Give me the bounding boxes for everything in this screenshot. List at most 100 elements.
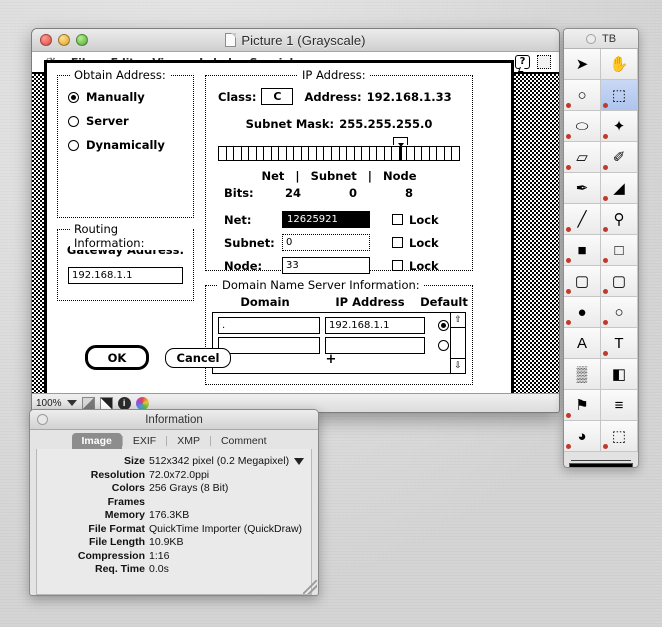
bit-cell[interactable]	[340, 147, 348, 160]
levels-icon[interactable]	[99, 396, 113, 410]
tab-exif[interactable]: EXIF	[123, 433, 166, 449]
dns-list[interactable]: . 192.168.1.1 + ⇧ ⇩	[212, 312, 466, 374]
measure-icon[interactable]: ≡	[601, 390, 638, 421]
rounded-rect-icon[interactable]: ▢	[601, 266, 638, 297]
help-balloon-icon[interactable]: ?	[515, 55, 530, 69]
ellipse-icon[interactable]: ○	[601, 297, 638, 328]
bit-cell[interactable]	[227, 147, 235, 160]
bit-cell[interactable]	[355, 147, 363, 160]
bit-cell[interactable]	[242, 147, 250, 160]
stamp-icon[interactable]: ⚑	[564, 390, 601, 421]
marquee-select-icon[interactable]: ⬚	[601, 80, 638, 111]
dns-row-2[interactable]	[213, 334, 465, 354]
rectangle-icon[interactable]: □	[601, 235, 638, 266]
bit-cell[interactable]	[272, 147, 280, 160]
dns-ip-input-2[interactable]	[325, 337, 425, 354]
foreground-color-swatch[interactable]	[569, 463, 633, 467]
size-dropdown-icon[interactable]	[294, 457, 305, 465]
tool-grid[interactable]: ➤ ✋ ○ ⬚ ⬭ ✦ ▱ ✐ ✒ ◢ ╱ ⚲ ■ □ ▢ ▢ ● ○ A T ▒ ◧ ⚑ ≡ ◕ ⬚	[564, 49, 638, 452]
bit-cell[interactable]	[362, 147, 370, 160]
radio-row-server[interactable]: Server	[68, 114, 193, 128]
palette-titlebar[interactable]: TB	[564, 29, 638, 49]
bit-cell[interactable]	[249, 147, 257, 160]
magic-wand-icon[interactable]: ✦	[601, 111, 638, 142]
jpeg-crop-icon[interactable]: ⬚	[601, 421, 638, 452]
info-icon[interactable]: i	[117, 396, 131, 410]
information-titlebar[interactable]: Information	[30, 410, 318, 430]
class-popup[interactable]: C	[261, 88, 294, 105]
image-viewer-window[interactable]: Picture 1 (Grayscale) ❦ File Edit View L…	[31, 28, 560, 413]
bit-cell[interactable]	[302, 147, 310, 160]
bit-cell[interactable]	[437, 147, 445, 160]
bit-cell[interactable]	[257, 147, 265, 160]
bit-cell[interactable]	[430, 147, 438, 160]
tab-comment[interactable]: Comment	[211, 433, 277, 449]
net-lock-checkbox[interactable]	[392, 214, 403, 225]
dns-ip-input-1[interactable]: 192.168.1.1	[325, 317, 425, 334]
bit-cell[interactable]	[234, 147, 242, 160]
freehand-select-icon[interactable]: ⬭	[564, 111, 601, 142]
bit-cell[interactable]	[324, 147, 332, 160]
information-tabs[interactable]: Image EXIF XMP Comment	[30, 430, 318, 449]
bit-ruler-handle[interactable]	[392, 137, 408, 147]
bit-cell[interactable]	[317, 147, 325, 160]
arrow-pointer-icon[interactable]: ➤	[564, 49, 601, 80]
dns-domain-input-1[interactable]: .	[218, 317, 320, 334]
subnet-lock-checkbox[interactable]	[392, 237, 403, 248]
eraser-icon[interactable]: ▱	[564, 142, 601, 173]
node-input[interactable]: 33	[282, 257, 370, 274]
bit-cell[interactable]	[219, 147, 227, 160]
bit-cell[interactable]	[309, 147, 317, 160]
tab-xmp[interactable]: XMP	[167, 433, 210, 449]
information-resize-grip[interactable]	[303, 580, 317, 594]
node-lock-checkbox[interactable]	[392, 260, 403, 271]
window-titlebar[interactable]: Picture 1 (Grayscale)	[32, 29, 559, 52]
pencil-icon[interactable]: ✐	[601, 142, 638, 173]
bit-cell[interactable]	[294, 147, 302, 160]
zoom-dropdown-icon[interactable]	[66, 400, 77, 406]
eyedropper-icon[interactable]: ✒	[564, 173, 601, 204]
information-window[interactable]: Information Image EXIF XMP Comment Size …	[29, 409, 319, 596]
line-width-control[interactable]	[571, 460, 631, 461]
dns-scroll-down-button[interactable]: ⇩	[451, 358, 465, 373]
bit-cell[interactable]	[279, 147, 287, 160]
lasso-icon[interactable]: ○	[564, 80, 601, 111]
radio-row-manually[interactable]: Manually	[68, 90, 193, 104]
filled-rounded-rect-icon[interactable]: ▢	[564, 266, 601, 297]
bit-cell[interactable]	[422, 147, 430, 160]
contrast-icon[interactable]	[81, 396, 95, 410]
text-effect-icon[interactable]: T	[601, 328, 638, 359]
dns-scroll-up-button[interactable]: ⇧	[451, 313, 465, 328]
line-icon[interactable]: ╱	[564, 204, 601, 235]
align-icon[interactable]: ◧	[601, 359, 638, 390]
dns-row-1[interactable]: . 192.168.1.1	[213, 313, 465, 334]
bit-cell[interactable]	[385, 147, 393, 160]
application-switcher-icon[interactable]	[537, 55, 551, 69]
bit-cell[interactable]	[452, 147, 459, 160]
bit-ruler-marker[interactable]	[398, 146, 402, 161]
bit-ruler[interactable]	[218, 137, 460, 161]
bit-cell[interactable]	[332, 147, 340, 160]
dns-domain-input-2[interactable]	[218, 337, 320, 354]
menubar-right-icons[interactable]: ?	[515, 55, 551, 69]
hand-icon[interactable]: ✋	[601, 49, 638, 80]
radio-dynamically[interactable]	[68, 139, 79, 151]
paint-bucket-icon[interactable]: ◢	[601, 173, 638, 204]
gateway-address-input[interactable]: 192.168.1.1	[68, 267, 183, 284]
net-input[interactable]: 12625921	[282, 211, 370, 228]
bit-cell[interactable]	[407, 147, 415, 160]
information-close-button[interactable]	[37, 414, 48, 425]
ok-button[interactable]: OK	[85, 345, 149, 370]
radio-server[interactable]	[68, 115, 79, 127]
tool-palette[interactable]: TB ➤✋○⬚⬭✦▱✐✒◢╱⚲■□▢▢●○AT▒◧⚑≡◕⬚ Copy None	[563, 28, 639, 468]
palette-footer[interactable]: Copy None	[564, 452, 638, 467]
filled-ellipse-icon[interactable]: ●	[564, 297, 601, 328]
bit-ruler-cells[interactable]	[218, 146, 460, 161]
bit-cell[interactable]	[445, 147, 453, 160]
tab-image[interactable]: Image	[71, 433, 122, 449]
radio-row-dynamically[interactable]: Dynamically	[68, 138, 193, 152]
dns-default-radio-1[interactable]	[438, 320, 449, 331]
dns-scrollbar[interactable]: ⇧ ⇩	[450, 313, 465, 373]
bit-cell[interactable]	[377, 147, 385, 160]
film-strip-icon[interactable]: ▒	[564, 359, 601, 390]
